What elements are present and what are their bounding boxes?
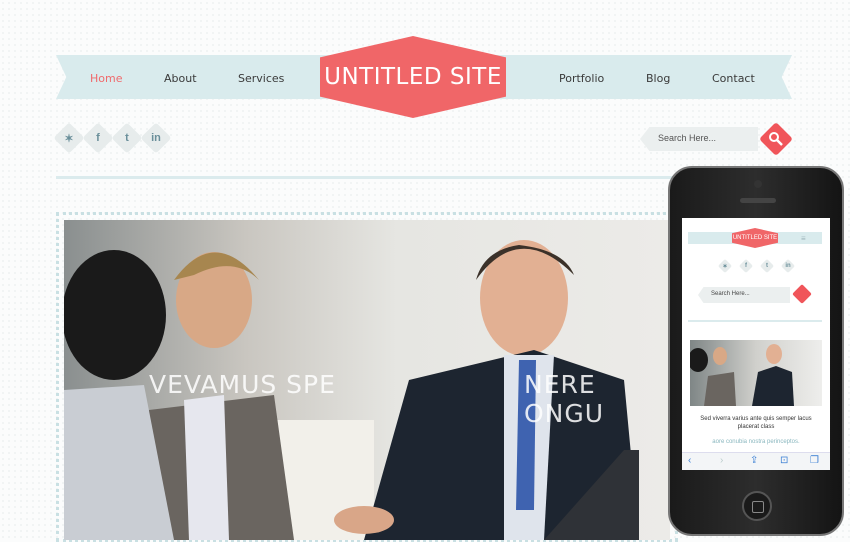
mobile-divider [688, 320, 822, 322]
hero-caption-right: NERE ONGU [524, 370, 605, 428]
share-icon[interactable]: ⇪ [750, 455, 758, 466]
user-icon: ✶ [64, 132, 74, 145]
twitter-icon: t [766, 263, 768, 269]
social-linkedin[interactable]: in [140, 122, 172, 154]
nav-blog[interactable]: Blog [646, 72, 670, 85]
mobile-social-user[interactable]: ✶ [717, 258, 733, 274]
linkedin-icon: in [785, 263, 791, 269]
mobile-text-line2: placerat class [737, 424, 775, 430]
bookmarks-icon[interactable]: ⊡ [780, 455, 788, 466]
mobile-browser-toolbar: ‹ › ⇪ ⊡ ❐ [682, 452, 830, 470]
mobile-menu-icon[interactable]: ≡ [801, 234, 806, 243]
nav-services[interactable]: Services [238, 72, 284, 85]
social-facebook[interactable]: f [82, 122, 114, 154]
user-icon: ✶ [722, 263, 728, 270]
hero-slider[interactable]: VEVAMUS SPE NERE ONGU [64, 220, 670, 540]
facebook-icon: f [745, 263, 747, 269]
social-twitter[interactable]: t [111, 122, 143, 154]
mobile-hero-image [690, 340, 822, 406]
mobile-text-line3: aore conubia nostra perinceptos. [712, 439, 800, 445]
mobile-social-facebook[interactable]: f [738, 258, 754, 274]
nav-portfolio[interactable]: Portfolio [559, 72, 604, 85]
mobile-text-line1: Sed viverra varius ante quis semper lacu… [700, 416, 812, 422]
hero-caption-left: VEVAMUS SPE [149, 370, 336, 399]
phone-speaker [740, 198, 776, 203]
mobile-search-button[interactable] [792, 284, 812, 304]
mobile-social-twitter[interactable]: t [759, 258, 775, 274]
tabs-icon[interactable]: ❐ [810, 455, 819, 466]
social-user[interactable]: ✶ [53, 122, 85, 154]
phone-camera [754, 180, 762, 188]
mobile-logo[interactable]: UNTITLED SITE [732, 228, 778, 248]
phone-home-button [742, 491, 772, 521]
facebook-icon: f [96, 132, 100, 144]
forward-icon[interactable]: › [720, 455, 723, 466]
phone-screen: UNTITLED SITE ≡ ✶ f t in Search Here... … [682, 218, 830, 470]
mobile-search-placeholder: Search Here... [711, 291, 750, 297]
search-button[interactable] [759, 122, 793, 156]
mobile-social-linkedin[interactable]: in [780, 258, 796, 274]
back-icon[interactable]: ‹ [688, 455, 691, 466]
mobile-hero-svg [690, 344, 794, 406]
nav-about[interactable]: About [164, 72, 197, 85]
search-icon [769, 132, 783, 146]
search-placeholder: Search Here... [658, 133, 717, 143]
linkedin-icon: in [151, 132, 161, 144]
site-logo[interactable]: UNTITLED SITE [320, 36, 506, 118]
nav-home[interactable]: Home [90, 72, 122, 85]
nav-contact[interactable]: Contact [712, 72, 755, 85]
twitter-icon: t [125, 132, 129, 144]
